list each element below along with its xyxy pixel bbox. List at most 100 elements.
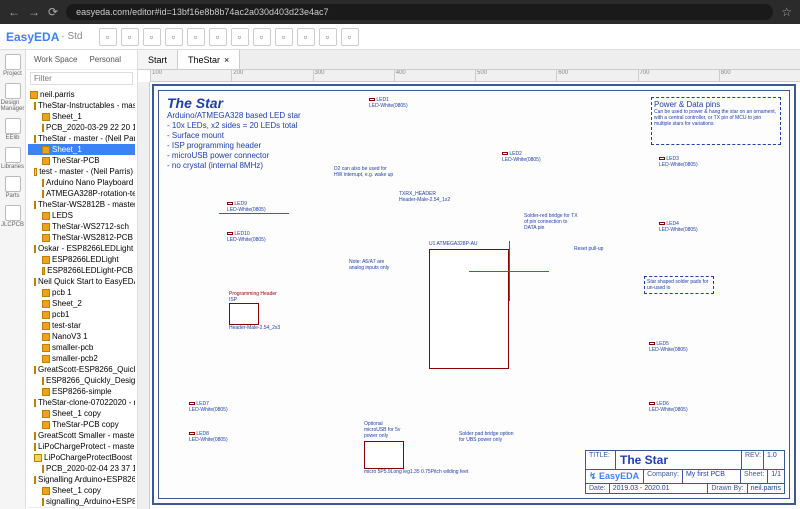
browser-star[interactable]: ☆	[781, 5, 792, 19]
schematic-title: The Star	[167, 95, 223, 111]
main-toolbar: ▫▫▫▫▫▫▫▫▫▫▫▫	[99, 28, 359, 46]
comp-led7[interactable]: LED7LED-White(0805)	[189, 401, 228, 413]
tree-item[interactable]: TheStar-clone-07022020 - master	[28, 397, 135, 408]
layer-button[interactable]: ▫	[275, 28, 293, 46]
wire	[219, 213, 289, 214]
tree-item[interactable]: TheStar-WS2712-sch	[28, 221, 135, 232]
tree-item[interactable]: TheStar-WS2812-PCB	[28, 232, 135, 243]
rail-project[interactable]: Project	[2, 54, 24, 77]
zoom-in-button[interactable]: ▫	[187, 28, 205, 46]
tab-start[interactable]: Start	[138, 50, 178, 69]
rail-design-manager[interactable]: Design Manager	[2, 83, 24, 112]
tree-item[interactable]: Sheet_1	[28, 111, 135, 122]
tree-item[interactable]: Sheet_1	[28, 144, 135, 155]
tree-item[interactable]: Neil Quick Start to EasyEDA PCB - mast	[28, 276, 135, 287]
schematic-sheet[interactable]: The Star Arduino/ATMEGA328 based LED sta…	[152, 84, 796, 505]
tab-workspace[interactable]: Work Space	[30, 53, 81, 66]
browser-back[interactable]: ←	[8, 5, 20, 19]
tree-item[interactable]: Arduino Nano Playboard	[28, 177, 135, 188]
note-a6a7: Note: A6/A7 are analog inputs only	[349, 259, 394, 271]
tree-item[interactable]: pcb 1	[28, 287, 135, 298]
comp-led10[interactable]: LED10LED-White(0805)	[227, 231, 266, 243]
note-d2: D2 can also be used for HW interrupt, e.…	[334, 166, 394, 178]
redo-button[interactable]: ▫	[165, 28, 183, 46]
logo-edition: · Std	[61, 31, 82, 42]
tree-item[interactable]: LiPoChargeProtectBoost	[28, 452, 135, 463]
power-data-pins-box: Power & Data pins Can be used to power &…	[651, 97, 781, 145]
tree-item[interactable]: TheStar - master - (Neil Parris)	[28, 133, 135, 144]
undo-button[interactable]: ▫	[143, 28, 161, 46]
ruler-vertical	[138, 82, 150, 509]
tree-item[interactable]: test - master - (Neil Parris)	[28, 166, 135, 177]
tree-item[interactable]: TheStar-WS2812B - master	[28, 199, 135, 210]
browser-reload[interactable]: ⟳	[48, 5, 58, 19]
note-solder1: Solder-red bridge for TX of pin connecti…	[524, 213, 579, 231]
more-button[interactable]: ▫	[341, 28, 359, 46]
rail-jlcpcb[interactable]: JLCPCB	[2, 205, 24, 228]
close-icon[interactable]: ×	[224, 55, 229, 65]
filter-input[interactable]	[30, 72, 133, 85]
tree-item[interactable]: ATMEGA328P-rotation-test	[28, 188, 135, 199]
comp-led9[interactable]: LED9LED-White(0805)	[227, 201, 266, 213]
app-logo[interactable]: EasyEDA · Std	[6, 30, 83, 44]
save-button[interactable]: ▫	[121, 28, 139, 46]
note-solder2: Solder pad bridge option for UBS power o…	[459, 431, 514, 443]
browser-url[interactable]: easyeda.com/editor#id=13bf16e8b8b74ac2a0…	[66, 4, 773, 20]
tree-item[interactable]: PCB_2020-02-04 23 37 14	[28, 463, 135, 474]
tab-thestar[interactable]: TheStar×	[178, 50, 240, 69]
tree-item[interactable]: GreatScott Smaller - master - (Neil	[28, 430, 135, 441]
tree-item[interactable]: LiPoChargeProtect - master - (neil	[28, 441, 135, 452]
tree-item[interactable]: Oskar - ESP8266LEDLight	[28, 243, 135, 254]
rail-parts[interactable]: Parts	[2, 176, 24, 199]
tree-item[interactable]: signalling_Arduino+ESP8266+fir	[28, 496, 135, 507]
rail-eelib[interactable]: EElib	[2, 118, 24, 141]
tree-item[interactable]: Sheet_1 copy	[28, 408, 135, 419]
tree-item[interactable]: LEDS	[28, 210, 135, 221]
tree-item[interactable]: TheStar-PCB copy	[28, 419, 135, 430]
browser-forward[interactable]: →	[28, 5, 40, 19]
logo-text: EasyEDA	[6, 30, 59, 44]
grid-button[interactable]: ▫	[253, 28, 271, 46]
tree-item[interactable]: GreatScott-ESP8266_Quickly Design	[28, 364, 135, 375]
comp-led6[interactable]: LED6LED-White(0805)	[649, 401, 688, 413]
zoom-out-button[interactable]: ▫	[209, 28, 227, 46]
comp-led1[interactable]: LED1LED-White(0805)	[369, 97, 408, 109]
tree-item[interactable]: Sheet_2	[28, 298, 135, 309]
comp-led3[interactable]: LED3LED-White(0805)	[659, 156, 698, 168]
ruler-horizontal: 100200300400500600700800	[150, 70, 800, 82]
bom-button[interactable]: ▫	[297, 28, 315, 46]
tab-personal[interactable]: Personal	[85, 53, 125, 66]
tree-item[interactable]: NanoV3 1	[28, 331, 135, 342]
tree-item[interactable]: TheStar-PCB	[28, 155, 135, 166]
tree-item[interactable]: smaller-pcb2	[28, 353, 135, 364]
tree-item[interactable]: ESP8266_Quickly_Design	[28, 375, 135, 386]
tree-item[interactable]: TheStar-Instructables - master - (N	[28, 100, 135, 111]
note-reset: Reset pull-up	[574, 246, 603, 252]
tree-item[interactable]: Sheet_1 copy	[28, 485, 135, 496]
tree-item[interactable]: PCB_2020-03-29 22 20 17	[28, 122, 135, 133]
comp-txrx-header[interactable]: TXRX_HEADER Header-Male-2.54_1x2	[399, 191, 450, 203]
tree-item[interactable]: pcb1	[28, 309, 135, 320]
comp-mcu[interactable]: U1 ATMEGA328P-AU	[429, 241, 539, 369]
comp-led8[interactable]: LED8LED-White(0805)	[189, 431, 228, 443]
export-button[interactable]: ▫	[319, 28, 337, 46]
comp-prog-header[interactable]: Programming Header ISP Header-Male-2.54_…	[229, 291, 280, 331]
note-star-pads: Star shaped solder pads for un-used io	[644, 276, 714, 294]
tree-item[interactable]: Signalling Arduino+ESP8266+SNB	[28, 474, 135, 485]
fit-button[interactable]: ▫	[231, 28, 249, 46]
tree-root[interactable]: neil.parris	[28, 89, 135, 100]
comp-led5[interactable]: LED5LED-White(0805)	[649, 341, 688, 353]
title-block: TITLE: The Star REV: 1.0 ↯ EasyEDA Compa…	[585, 450, 785, 494]
tree-item[interactable]: ESP8266LEDLight	[28, 254, 135, 265]
tree-item[interactable]: ESP8266LEDLight-PCB	[28, 265, 135, 276]
tree-item[interactable]: smaller-pcb	[28, 342, 135, 353]
comp-microusb[interactable]: Optional microUSB for 5v power only micr…	[364, 421, 468, 475]
comp-led2[interactable]: LED2LED-White(0805)	[502, 151, 541, 163]
rail-libraries[interactable]: Libraries	[2, 147, 24, 170]
tree-item[interactable]: ESP8266-simple	[28, 386, 135, 397]
tree-item[interactable]: test-star	[28, 320, 135, 331]
wire	[509, 241, 510, 301]
file-button[interactable]: ▫	[99, 28, 117, 46]
schematic-description: Arduino/ATMEGA328 based LED star - 10x L…	[167, 111, 301, 171]
comp-led4[interactable]: LED4LED-White(0805)	[659, 221, 698, 233]
